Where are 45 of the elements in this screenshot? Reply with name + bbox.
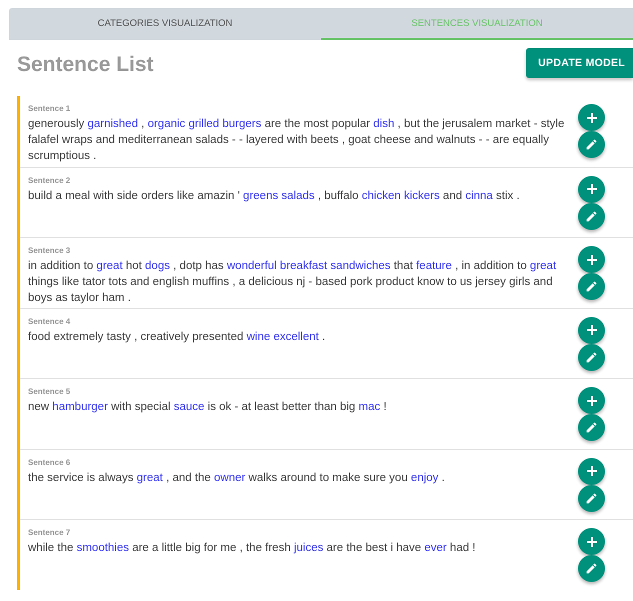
pencil-icon xyxy=(585,421,598,434)
pencil-icon xyxy=(585,492,598,504)
page-title: Sentence List xyxy=(17,53,154,77)
plus-icon xyxy=(586,465,598,477)
sentence-label: Sentence 2 xyxy=(28,176,72,184)
sentence-text: while the smoothies are a little big for me , the fresh juices are the best i have ever had ! xyxy=(28,541,477,556)
add-button[interactable] xyxy=(578,387,605,414)
add-button[interactable] xyxy=(578,458,605,484)
plus-icon xyxy=(586,324,598,336)
pencil-icon xyxy=(585,350,598,364)
sentence-text: in addition to great hot dogs , dotp has wonderful breakfast sandwiches that feature , in addition to great things like tator tots and english muffins , a delicious nj - based pork product know to us jersey girls and boys as taylor ham . xyxy=(28,259,558,306)
sentence-text: build a meal with side orders like amazin ' greens salads , buffalo chicken kickers and cinna stix . xyxy=(28,188,521,204)
sentence-label: Sentence 4 xyxy=(28,316,72,326)
edit-button[interactable] xyxy=(578,273,605,300)
edit-button[interactable] xyxy=(578,484,605,512)
sentence-label: Sentence 7 xyxy=(28,528,72,537)
sentence-label: Sentence 6 xyxy=(28,458,72,466)
add-button[interactable] xyxy=(578,176,605,202)
sentence-text: generously garnished , organic grilled burgers are the most popular dish , but the jerusalem market - style falafel wraps and mediterranean salads - - layered with beets , goat cheese and walnuts - - are equally scrumptious . xyxy=(28,117,566,164)
edit-button[interactable] xyxy=(578,131,605,158)
pencil-icon xyxy=(585,280,598,293)
pencil-icon xyxy=(585,210,598,222)
add-button[interactable] xyxy=(578,104,605,131)
edit-button[interactable] xyxy=(578,344,605,370)
sentence-label: Sentence 1 xyxy=(28,104,72,113)
pencil-icon xyxy=(585,138,598,151)
sentence-label: Sentence 5 xyxy=(28,387,72,396)
plus-icon xyxy=(586,536,598,548)
add-button[interactable] xyxy=(578,246,605,273)
plus-icon xyxy=(586,254,598,266)
edit-button[interactable] xyxy=(578,414,605,441)
sentence-label: Sentence 3 xyxy=(28,246,72,255)
add-button[interactable] xyxy=(578,316,605,344)
sentence-text: new hamburger with special sauce is ok - at least better than big mac ! xyxy=(28,400,388,415)
plus-icon xyxy=(586,112,598,124)
add-button[interactable] xyxy=(578,528,605,555)
update-model-button[interactable]: UPDATE MODEL xyxy=(526,48,633,78)
edit-button[interactable] xyxy=(578,202,605,230)
sentence-text: the service is always great , and the owner walks around to make sure you enjoy . xyxy=(28,470,446,486)
plus-icon xyxy=(586,394,598,406)
edit-button[interactable] xyxy=(578,555,605,582)
pencil-icon xyxy=(585,562,598,575)
tab[interactable]: CATEGORIES VISUALIZATION xyxy=(9,8,321,40)
plus-icon xyxy=(586,183,598,195)
sentence-text: food extremely tasty , creatively presented wine excellent . xyxy=(28,330,326,344)
